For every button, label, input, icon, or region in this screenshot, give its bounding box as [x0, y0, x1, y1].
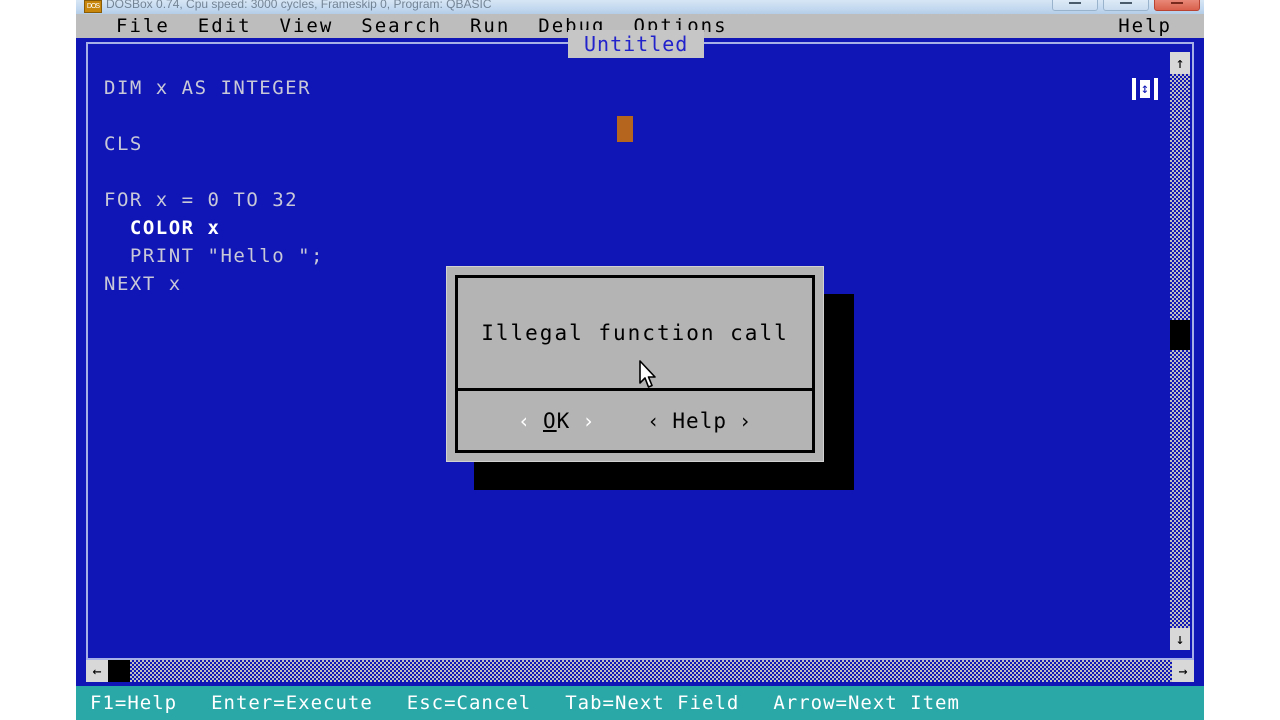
- menu-item-edit[interactable]: Edit: [198, 14, 252, 38]
- close-button[interactable]: [1154, 0, 1200, 11]
- host-window-controls: [1052, 0, 1200, 11]
- ok-accel-char: O: [543, 408, 557, 433]
- text-caret: [617, 116, 633, 142]
- screen-root: DOS DOSBox 0.74, Cpu speed: 3000 cycles,…: [0, 0, 1280, 720]
- menu-item-file[interactable]: File: [116, 14, 170, 38]
- code-line-5: FOR x = 0 TO 32: [104, 189, 299, 211]
- code-line-6-highlighted: COLOR x: [104, 217, 221, 239]
- statusbar: F1=Help Enter=Execute Esc=Cancel Tab=Nex…: [76, 686, 1204, 720]
- scroll-up-arrow-icon[interactable]: ↑: [1170, 52, 1190, 74]
- close-icon: [1171, 2, 1183, 4]
- status-arrow-next-item[interactable]: Arrow=Next Item: [773, 692, 960, 714]
- dialog-inner-frame: Illegal function call ‹ OK › ‹ Help ›: [455, 275, 815, 453]
- dialog-message: Illegal function call: [481, 321, 789, 345]
- status-enter-execute[interactable]: Enter=Execute: [211, 692, 373, 714]
- document-title-tab[interactable]: Untitled: [568, 30, 705, 58]
- error-dialog: Illegal function call ‹ OK › ‹ Help ›: [446, 266, 824, 462]
- vertical-scrollbar-thumb[interactable]: [1170, 320, 1190, 350]
- dialog-button-row: ‹ OK › ‹ Help ›: [458, 391, 812, 450]
- code-line-3: CLS: [104, 133, 143, 155]
- host-window-title: DOSBox 0.74, Cpu speed: 3000 cycles, Fra…: [106, 0, 492, 11]
- scroll-down-arrow-icon[interactable]: ↓: [1170, 628, 1190, 650]
- horizontal-scrollbar-thumb[interactable]: [108, 660, 130, 682]
- mouse-cursor-icon: [638, 360, 660, 392]
- ok-right-bracket-icon: ›: [582, 408, 596, 433]
- scroll-left-arrow-icon[interactable]: ←: [86, 660, 108, 682]
- code-line-1: DIM x AS INTEGER: [104, 77, 312, 99]
- code-line-8: NEXT x: [104, 273, 182, 295]
- menu-item-help[interactable]: Help: [1118, 14, 1172, 38]
- host-window-titlebar: DOS DOSBox 0.74, Cpu speed: 3000 cycles,…: [76, 0, 1204, 14]
- help-button-label: Help: [672, 408, 727, 433]
- help-right-bracket-icon: ›: [738, 408, 753, 433]
- status-f1-help[interactable]: F1=Help: [90, 692, 177, 714]
- horizontal-scrollbar[interactable]: ← →: [86, 660, 1194, 682]
- minimize-button[interactable]: [1052, 0, 1098, 11]
- statusbar-items: F1=Help Enter=Execute Esc=Cancel Tab=Nex…: [90, 686, 960, 720]
- code-line-7: PRINT "Hello ";: [104, 245, 324, 267]
- dosbox-icon: DOS: [84, 0, 102, 13]
- vertical-scrollbar[interactable]: ↑ ↓: [1170, 52, 1190, 650]
- scroll-right-arrow-icon[interactable]: →: [1172, 660, 1194, 682]
- maximize-button[interactable]: [1103, 0, 1149, 11]
- minimize-icon: [1069, 2, 1081, 4]
- help-button[interactable]: ‹ Help ›: [647, 409, 752, 433]
- ok-left-bracket-icon: ‹: [517, 408, 531, 433]
- ok-button-label: OK: [543, 409, 570, 433]
- maximize-icon: [1120, 2, 1132, 4]
- menu-item-search[interactable]: Search: [361, 14, 442, 38]
- menu-item-view[interactable]: View: [280, 14, 334, 38]
- ok-rest-char: K: [556, 408, 571, 433]
- help-left-bracket-icon: ‹: [647, 408, 661, 433]
- ok-button[interactable]: ‹ OK ›: [518, 409, 595, 433]
- menu-item-run[interactable]: Run: [470, 14, 510, 38]
- status-tab-next-field[interactable]: Tab=Next Field: [565, 692, 739, 714]
- status-esc-cancel[interactable]: Esc=Cancel: [407, 692, 531, 714]
